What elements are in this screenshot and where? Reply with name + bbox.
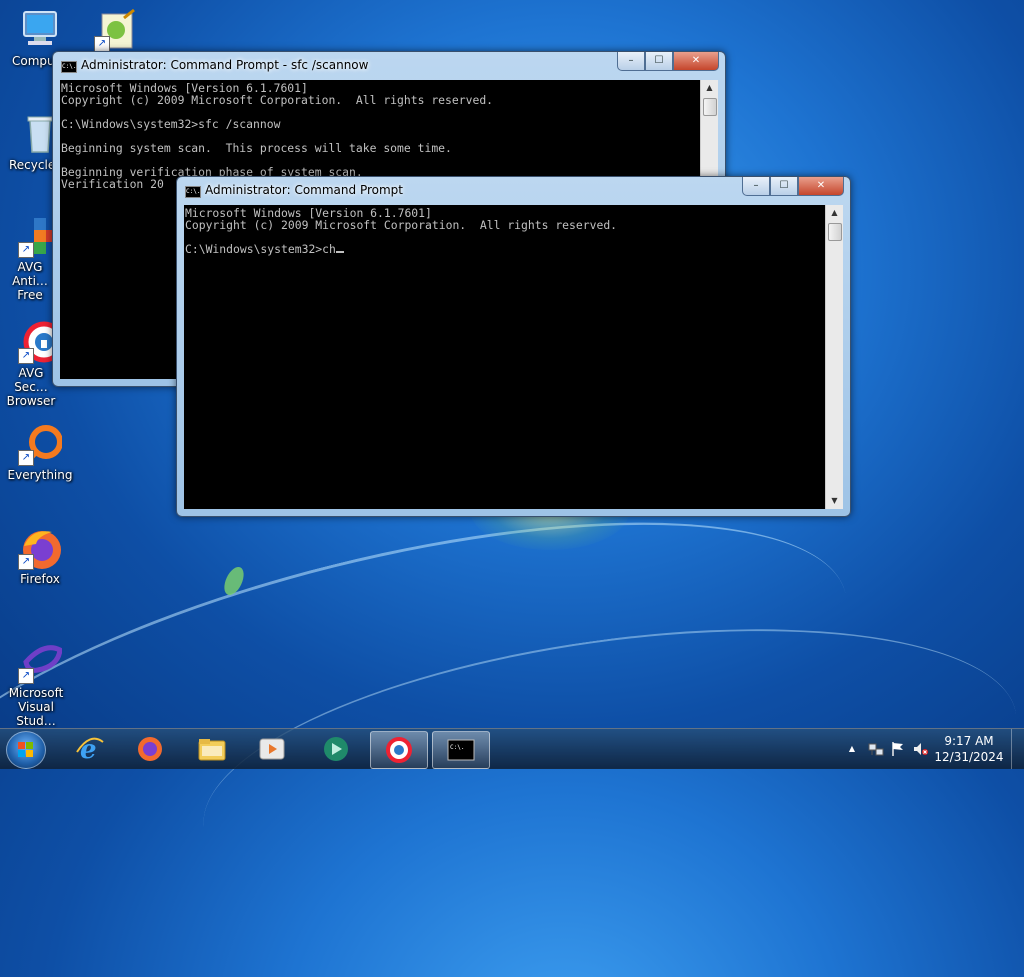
scroll-up-arrow-icon[interactable]: ▲ xyxy=(701,80,718,96)
taskbar-file-explorer[interactable] xyxy=(184,731,240,767)
window-titlebar[interactable]: C:\. Administrator: Command Prompt - sfc… xyxy=(53,52,725,80)
browser-app-icon xyxy=(322,736,350,762)
notepad-plus-icon: ↗ xyxy=(94,8,138,52)
console-output[interactable]: Microsoft Windows [Version 6.1.7601] Cop… xyxy=(184,205,826,509)
volume-muted-icon[interactable] xyxy=(912,741,928,757)
desktop-icon-firefox[interactable]: ↗ Firefox xyxy=(0,526,80,586)
console-text: Microsoft Windows [Version 6.1.7601] Cop… xyxy=(185,206,618,256)
taskbar-internet-explorer[interactable]: e xyxy=(62,731,118,767)
desktop-icon-label: AVG Anti… Free xyxy=(12,260,48,302)
window-controls: – ☐ ✕ xyxy=(742,177,844,197)
taskbar: e C:\. ▲ 9:17 AM 12/31/2024 xyxy=(0,728,1024,769)
system-tray: ▲ 9:17 AM 12/31/2024 xyxy=(834,729,1024,769)
everything-search-icon: ↗ xyxy=(18,422,63,466)
scroll-down-arrow-icon[interactable]: ▼ xyxy=(826,493,843,509)
command-prompt-icon: C:\. xyxy=(61,61,77,73)
show-desktop-button[interactable] xyxy=(1011,729,1024,769)
window-title: Administrator: Command Prompt - sfc /sca… xyxy=(81,58,369,72)
firefox-icon: ↗ xyxy=(18,526,62,570)
clock-time: 9:17 AM xyxy=(944,734,994,748)
close-button[interactable]: ✕ xyxy=(798,177,844,196)
svg-text:C:\.: C:\. xyxy=(450,744,464,751)
scroll-thumb[interactable] xyxy=(828,223,842,241)
firefox-icon xyxy=(136,736,164,762)
command-prompt-icon: C:\. xyxy=(447,737,475,763)
desktop-icon-label: Firefox xyxy=(20,572,60,586)
shortcut-arrow-icon: ↗ xyxy=(94,36,110,52)
window-controls: – ☐ ✕ xyxy=(617,52,719,72)
minimize-button[interactable]: – xyxy=(742,177,770,196)
internet-explorer-icon: e xyxy=(76,735,104,765)
visual-studio-icon: ↗ xyxy=(18,640,63,684)
window-titlebar[interactable]: C:\. Administrator: Command Prompt – ☐ ✕ xyxy=(177,177,850,205)
desktop-icon-everything[interactable]: ↗ Everything xyxy=(0,422,80,482)
vertical-scrollbar[interactable]: ▲ ▼ xyxy=(825,205,843,509)
start-button[interactable] xyxy=(6,731,46,769)
scroll-up-arrow-icon[interactable]: ▲ xyxy=(826,205,843,221)
computer-icon xyxy=(18,8,62,52)
shortcut-arrow-icon: ↗ xyxy=(18,242,34,258)
windows-logo-icon xyxy=(18,742,34,758)
minimize-button[interactable]: – xyxy=(617,52,645,71)
command-prompt-icon: C:\. xyxy=(185,186,201,198)
desktop-icon-notepad-plus[interactable]: ↗ xyxy=(76,8,156,54)
desktop-icon-label: Everything xyxy=(7,468,73,482)
maximize-button[interactable]: ☐ xyxy=(770,177,798,196)
shortcut-arrow-icon: ↗ xyxy=(18,450,34,466)
taskbar-firefox[interactable] xyxy=(122,731,178,767)
taskbar-avg-secure-browser[interactable] xyxy=(370,731,428,769)
shortcut-arrow-icon: ↗ xyxy=(18,668,34,684)
action-center-flag-icon[interactable] xyxy=(890,741,906,757)
show-hidden-icons-button[interactable]: ▲ xyxy=(844,741,860,757)
taskbar-clock[interactable]: 9:17 AM 12/31/2024 xyxy=(934,733,1004,765)
scroll-thumb[interactable] xyxy=(703,98,717,116)
shortcut-arrow-icon: ↗ xyxy=(18,554,34,570)
taskbar-command-prompt[interactable]: C:\. xyxy=(432,731,490,769)
desktop-icon-visual-studio[interactable]: ↗ Microsoft Visual Stud… xyxy=(0,640,80,728)
taskbar-browser-app[interactable] xyxy=(308,731,364,767)
close-button[interactable]: ✕ xyxy=(673,52,719,71)
window-title: Administrator: Command Prompt xyxy=(205,183,403,197)
avg-secure-browser-icon xyxy=(385,737,413,763)
media-player-icon xyxy=(258,736,286,762)
network-icon[interactable] xyxy=(868,741,884,757)
taskbar-media-player[interactable] xyxy=(244,731,300,767)
folder-icon xyxy=(198,736,226,762)
clock-date: 12/31/2024 xyxy=(934,750,1004,764)
shortcut-arrow-icon: ↗ xyxy=(18,348,34,364)
maximize-button[interactable]: ☐ xyxy=(645,52,673,71)
desktop-icon-label: Microsoft Visual Stud… xyxy=(8,686,64,728)
cmd-window-active[interactable]: C:\. Administrator: Command Prompt – ☐ ✕… xyxy=(176,176,851,517)
text-cursor xyxy=(335,251,344,253)
